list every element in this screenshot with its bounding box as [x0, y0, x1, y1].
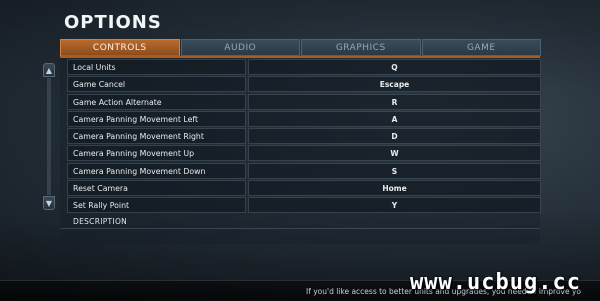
- tab-graphics[interactable]: GRAPHICS: [301, 39, 421, 56]
- page-title: OPTIONS: [64, 12, 162, 33]
- action-label: Camera Panning Movement Up: [67, 145, 246, 162]
- watermark-text: www.ucbug.cc: [410, 270, 581, 295]
- arrow-up-icon: ▲: [45, 65, 53, 75]
- keybinding-row[interactable]: Game Action Alternate R: [67, 93, 542, 111]
- keybinding-row[interactable]: Camera Panning Movement Up W: [67, 145, 542, 162]
- keybinding-row[interactable]: Reset Camera Home: [67, 180, 542, 197]
- scroll-down-button[interactable]: ▼: [43, 196, 55, 210]
- key-binding-button[interactable]: A: [248, 110, 541, 127]
- tab-controls[interactable]: CONTROLS: [60, 39, 180, 58]
- arrow-down-icon: ▼: [45, 198, 53, 208]
- scrollbar-track[interactable]: [47, 78, 51, 195]
- tab-game[interactable]: GAME: [421, 39, 541, 56]
- action-label: Camera Panning Movement Right: [67, 128, 246, 145]
- keybinding-row[interactable]: Game Cancel Escape: [67, 76, 542, 93]
- tab-audio[interactable]: AUDIO: [180, 39, 300, 56]
- keybinding-row[interactable]: Set Rally Point Y: [67, 197, 542, 214]
- key-binding-button[interactable]: W: [248, 145, 541, 162]
- action-label: Game Cancel: [67, 76, 246, 93]
- key-binding-button[interactable]: R: [248, 93, 541, 110]
- key-binding-button[interactable]: D: [248, 128, 541, 145]
- action-label: Camera Panning Movement Left: [67, 110, 246, 127]
- key-binding-button[interactable]: Q: [248, 59, 541, 75]
- scroll-up-button[interactable]: ▲: [43, 63, 55, 77]
- keybinding-row[interactable]: Camera Panning Movement Right D: [67, 128, 542, 145]
- description-label: DESCRIPTION: [73, 217, 128, 226]
- keybinding-list: Local Units Q Game Cancel Escape Game Ac…: [67, 59, 542, 215]
- action-label: Camera Panning Movement Down: [67, 162, 246, 179]
- action-label: Set Rally Point: [67, 197, 246, 214]
- key-binding-button[interactable]: Escape: [248, 76, 541, 93]
- action-label: Game Action Alternate: [67, 93, 246, 110]
- keybinding-row[interactable]: Camera Panning Movement Left A: [67, 110, 542, 128]
- tab-bar: CONTROLS AUDIO GRAPHICS GAME: [60, 39, 541, 58]
- keybinding-row[interactable]: Camera Panning Movement Down S: [67, 162, 542, 180]
- action-label: Reset Camera: [67, 180, 246, 197]
- keybinding-row[interactable]: Local Units Q: [67, 59, 542, 76]
- key-binding-button[interactable]: Y: [248, 197, 541, 214]
- description-area: [60, 228, 540, 249]
- action-label: Local Units: [67, 59, 246, 75]
- key-binding-button[interactable]: S: [248, 162, 541, 179]
- key-binding-button[interactable]: Home: [248, 180, 541, 197]
